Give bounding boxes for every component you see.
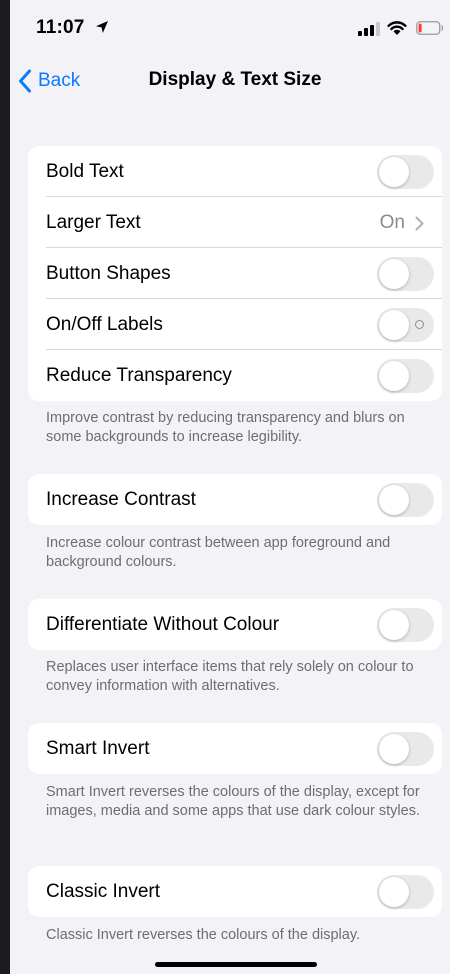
status-time: 11:07 <box>36 17 85 38</box>
group-footer: Smart Invert reverses the colours of the… <box>46 784 420 819</box>
larger-text-value: On <box>380 212 424 234</box>
value-text: On <box>379 212 405 233</box>
toggle-knob <box>379 361 409 391</box>
row-larger-text[interactable]: Larger Text On <box>28 197 442 248</box>
toggle-knob <box>379 259 409 289</box>
row-on-off-labels: On/Off Labels <box>28 299 442 350</box>
group-footer: Classic Invert reverses the colours of t… <box>46 927 361 943</box>
row-smart-invert: Smart Invert <box>28 723 442 774</box>
off-label-circle-icon <box>415 320 424 329</box>
page-title: Display & Text Size <box>148 69 322 90</box>
row-label: Differentiate Without Colour <box>46 614 280 635</box>
toggle-knob <box>379 157 409 187</box>
row-label: Increase Contrast <box>46 489 196 510</box>
row-increase-contrast: Increase Contrast <box>28 474 442 525</box>
smart-invert-toggle[interactable] <box>377 732 434 766</box>
group-footer: Increase colour contrast between app for… <box>46 535 391 570</box>
settings-group-vision: Bold Text Larger Text On Button Shapes O… <box>28 146 442 401</box>
group-footer: Improve contrast by reducing transparenc… <box>46 410 405 445</box>
settings-group-smart-invert: Smart Invert <box>28 723 442 774</box>
signal-bars-icon <box>358 22 380 36</box>
row-differentiate-without-colour: Differentiate Without Colour <box>28 599 442 650</box>
navigation-bar: Back Display & Text Size <box>10 58 450 102</box>
row-label: Reduce Transparency <box>46 365 232 386</box>
status-bar: 11:07 <box>10 0 450 58</box>
location-arrow-icon <box>96 21 108 33</box>
toggle-knob <box>379 734 409 764</box>
settings-group-contrast: Increase Contrast <box>28 474 442 525</box>
row-button-shapes: Button Shapes <box>28 248 442 299</box>
wifi-icon <box>387 21 407 35</box>
row-label: Bold Text <box>46 161 124 182</box>
battery-icon <box>416 21 444 35</box>
toggle-knob <box>379 485 409 515</box>
row-label: On/Off Labels <box>46 314 163 335</box>
toggle-knob <box>379 310 409 340</box>
settings-group-classic-invert: Classic Invert <box>28 866 442 917</box>
row-classic-invert: Classic Invert <box>28 866 442 917</box>
row-label: Larger Text <box>46 212 141 233</box>
row-label: Classic Invert <box>46 881 161 902</box>
settings-group-differentiate: Differentiate Without Colour <box>28 599 442 650</box>
differentiate-without-colour-toggle[interactable] <box>377 608 434 642</box>
group-footer: Replaces user interface items that rely … <box>46 659 414 694</box>
increase-contrast-toggle[interactable] <box>377 483 434 517</box>
toggle-knob <box>379 610 409 640</box>
row-bold-text: Bold Text <box>28 146 442 197</box>
on-off-labels-toggle[interactable] <box>377 308 434 342</box>
toggle-knob <box>379 877 409 907</box>
bold-text-toggle[interactable] <box>377 155 434 189</box>
chevron-right-icon <box>415 216 424 230</box>
reduce-transparency-toggle[interactable] <box>377 359 434 393</box>
button-shapes-toggle[interactable] <box>377 257 434 291</box>
row-reduce-transparency: Reduce Transparency <box>28 350 442 401</box>
row-label: Smart Invert <box>46 738 150 759</box>
row-label: Button Shapes <box>46 263 171 284</box>
settings-screen: 11:07 Back Display & Text Size Bold Text… <box>10 0 450 974</box>
classic-invert-toggle[interactable] <box>377 875 434 909</box>
home-indicator[interactable] <box>155 962 317 967</box>
